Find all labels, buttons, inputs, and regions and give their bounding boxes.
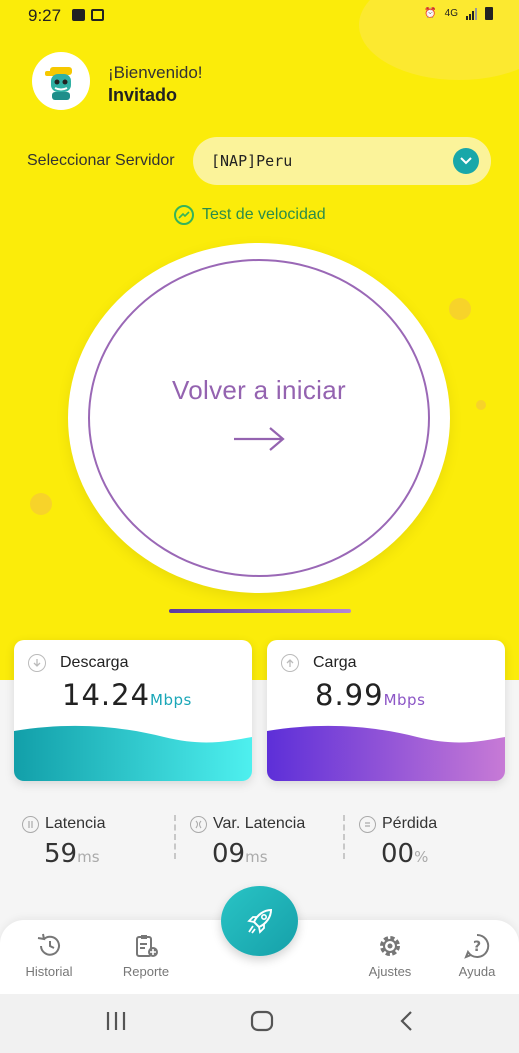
arrow-right-icon (234, 426, 285, 451)
notification-icon (91, 9, 104, 21)
nav-help[interactable]: ? Ayuda (442, 932, 512, 979)
status-time: 9:27 (28, 6, 62, 25)
loss-value: 00 (381, 839, 415, 869)
trend-up-icon (174, 205, 194, 225)
gear-icon (355, 932, 425, 960)
upload-card: Carga 8.99Mbps (267, 640, 505, 781)
loss-label: Pérdida (382, 815, 438, 832)
server-label: Seleccionar Servidor (27, 152, 175, 169)
download-label: Descarga (60, 654, 129, 671)
speedtest-label: Test de velocidad (202, 206, 326, 223)
signal-icon (466, 7, 477, 20)
alarm-icon: ⏰ (424, 8, 437, 19)
jitter-unit: ms (245, 848, 268, 866)
loss-icon (359, 815, 376, 833)
speedtest-link[interactable]: Test de velocidad (174, 205, 326, 225)
recent-apps-button[interactable] (104, 1010, 128, 1037)
divider (343, 815, 345, 859)
latency-icon (22, 815, 39, 833)
back-button[interactable] (397, 1010, 417, 1037)
history-icon (14, 932, 84, 960)
server-select-value: [NAP]Peru (211, 152, 293, 170)
upload-label: Carga (313, 654, 357, 671)
download-unit: Mbps (150, 691, 192, 709)
nav-report-label: Reporte (122, 964, 170, 979)
nav-settings-label: Ajustes (368, 964, 412, 979)
nav-history[interactable]: Historial (14, 932, 84, 979)
loss-stat: Pérdida 00% (359, 815, 437, 869)
nav-report[interactable]: Reporte (111, 932, 181, 979)
latency-unit: ms (77, 848, 100, 866)
start-circle: Volver a iniciar (68, 243, 450, 593)
status-bar: 9:27 ⏰ 4G (0, 0, 519, 32)
username: Invitado (108, 85, 178, 105)
restart-label: Volver a iniciar (172, 374, 346, 405)
upload-value: 8.99 (315, 678, 384, 712)
progress-bar (169, 609, 351, 613)
rocket-icon (246, 908, 272, 934)
welcome-text: ¡Bienvenido! (108, 63, 203, 82)
speedtest-fab-button[interactable] (221, 886, 298, 956)
latency-value: 59 (44, 839, 78, 869)
svg-text:?: ? (473, 939, 481, 955)
upload-icon (281, 654, 299, 672)
home-button[interactable] (250, 1010, 274, 1037)
jitter-label: Var. Latencia (213, 815, 306, 832)
upload-unit: Mbps (383, 691, 426, 709)
nav-settings[interactable]: Ajustes (355, 932, 425, 979)
report-icon (111, 932, 181, 960)
jitter-stat: Var. Latencia 09ms (190, 815, 305, 869)
upload-wave (267, 725, 505, 781)
jitter-icon (190, 815, 207, 833)
avatar[interactable] (32, 52, 90, 110)
system-nav-bar (0, 994, 519, 1053)
nav-help-label: Ayuda (458, 964, 496, 979)
latency-stat: Latencia 59ms (22, 815, 106, 869)
divider (174, 815, 176, 859)
download-value: 14.24 (62, 678, 151, 712)
jitter-value: 09 (212, 839, 246, 869)
nav-history-label: Historial (25, 964, 73, 979)
download-card: Descarga 14.24Mbps (14, 640, 252, 781)
restart-button[interactable]: Volver a iniciar (88, 259, 430, 577)
network-type: 4G (444, 8, 458, 19)
download-icon (28, 654, 46, 672)
help-icon: ? (442, 932, 512, 960)
loss-unit: % (414, 848, 429, 866)
battery-icon (485, 7, 493, 20)
message-icon (72, 9, 85, 21)
server-select[interactable]: [NAP]Peru (193, 137, 491, 185)
latency-label: Latencia (45, 815, 106, 832)
download-wave (14, 725, 252, 781)
chevron-down-icon[interactable] (453, 148, 479, 174)
